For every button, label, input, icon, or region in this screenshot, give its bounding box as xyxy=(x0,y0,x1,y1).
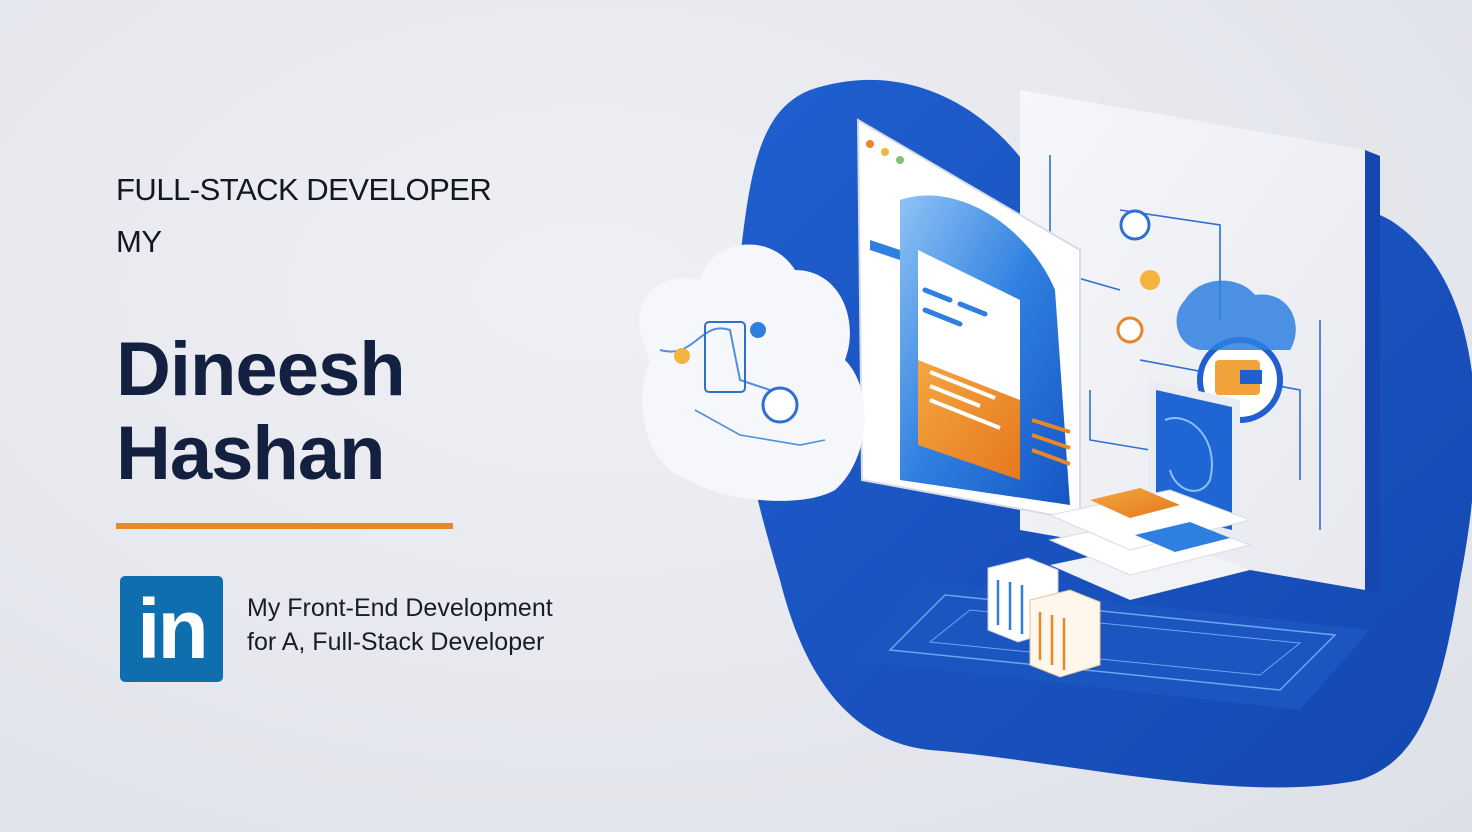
role-title-line-1: FULL-STACK DEVELOPER xyxy=(116,172,492,207)
last-name: Hashan xyxy=(116,411,386,496)
linkedin-icon[interactable]: in xyxy=(120,576,223,682)
intro-text-block: FULL-STACK DEVELOPER MY Dineesh Hashan i… xyxy=(116,0,676,832)
isometric-tech-illustration xyxy=(639,79,1472,788)
tagline-line-2: for A, Full-Stack Developer xyxy=(247,628,545,656)
accent-divider xyxy=(116,523,453,529)
role-title-line-2: MY xyxy=(116,224,162,259)
tagline-line-1: My Front-End Development xyxy=(247,594,553,622)
first-name: Dineesh xyxy=(116,327,406,412)
